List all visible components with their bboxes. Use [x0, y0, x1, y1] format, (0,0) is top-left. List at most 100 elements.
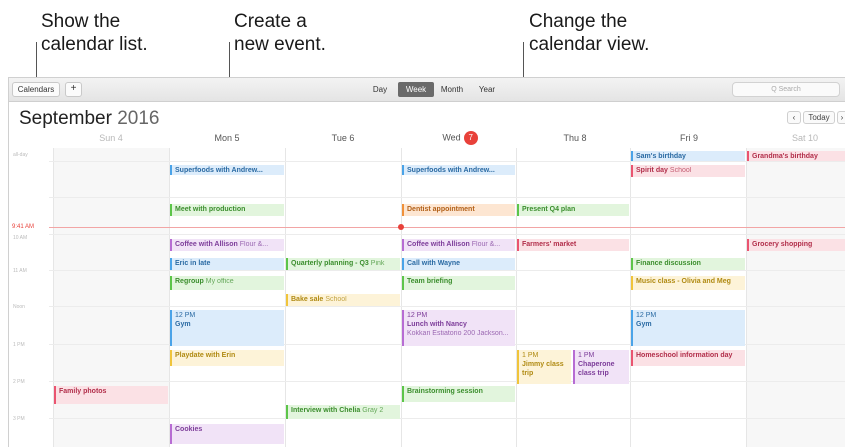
event-music-class[interactable]: Music class - Olivia and Meg [631, 276, 745, 290]
current-time-label: 9:41 AM [12, 224, 35, 230]
event-cookies[interactable]: Cookies [170, 424, 284, 444]
event-finance-discussion[interactable]: Finance discussion [631, 258, 745, 270]
event-coffee-allison-wed[interactable]: Coffee with Allison Flour &... [402, 239, 515, 251]
event-gym-mon[interactable]: 12 PM Gym [170, 310, 284, 346]
prev-week-button[interactable]: ‹ [787, 111, 801, 124]
event-title: Homeschool information day [636, 352, 733, 359]
event-regroup[interactable]: Regroup My office [170, 276, 284, 290]
event-title: Call with Wayne [407, 260, 461, 267]
event-gym-fri[interactable]: 12 PM Gym [631, 310, 745, 346]
event-spirit-day[interactable]: Spirit day School [631, 165, 745, 177]
event-bake-sale[interactable]: Bake sale School [286, 294, 400, 306]
event-team-briefing[interactable]: Team briefing [402, 276, 515, 290]
day-header-thu: Thu 8 [563, 133, 587, 143]
today-button[interactable]: Today [803, 111, 835, 124]
day-header-mon: Mon 5 [214, 133, 240, 143]
event-sams-birthday[interactable]: Sam's birthday [631, 151, 745, 161]
toolbar: Calendars + Day Week Month Year Q Search [9, 78, 845, 102]
event-eric-in-late[interactable]: Eric in late [170, 258, 284, 270]
next-week-button[interactable]: › [837, 111, 845, 124]
event-title: Spirit day [636, 167, 668, 174]
event-title: Lunch with Nancy [407, 321, 467, 328]
grid-hline [49, 381, 845, 382]
current-time-dot [398, 224, 404, 230]
event-title: Sam's birthday [636, 153, 686, 160]
event-family-photos[interactable]: Family photos [54, 386, 168, 404]
grid-hline [49, 306, 845, 307]
month-name: September [19, 108, 112, 129]
callout-calendar-view: Change the calendar view. [529, 11, 650, 55]
day-header-wed-label: Wed [442, 132, 461, 143]
grid-hline [49, 270, 845, 271]
event-superfoods-wed[interactable]: Superfoods with Andrew... [402, 165, 515, 175]
search-field[interactable]: Q Search [732, 82, 840, 97]
event-brainstorming-session[interactable]: Brainstorming session [402, 386, 515, 402]
time-label-noon: Noon [13, 304, 25, 310]
grid-vline [746, 148, 747, 447]
event-title: Music class - Olivia and Meg [636, 278, 731, 285]
event-title: Cookies [175, 426, 203, 433]
today-badge: 7 [463, 131, 478, 145]
view-year-tab[interactable]: Year [472, 82, 502, 97]
callout-new-event: Create a new event. [234, 11, 326, 55]
event-title: Coffee with Allison [175, 241, 238, 248]
calendars-button[interactable]: Calendars [12, 82, 60, 97]
event-title: Gym [636, 321, 652, 328]
event-title: Meet with production [175, 206, 246, 213]
callout-line-calendar-list [36, 42, 37, 81]
event-title: Chaperone class trip [578, 361, 615, 377]
event-grocery-shopping[interactable]: Grocery shopping [747, 239, 845, 251]
event-call-with-wayne[interactable]: Call with Wayne [402, 258, 515, 270]
event-meet-with-production[interactable]: Meet with production [170, 204, 284, 216]
event-time: 12 PM [407, 312, 428, 319]
event-farmers-market[interactable]: Farmers' market [517, 239, 629, 251]
event-time: 12 PM [636, 312, 657, 319]
event-time: 1 PM [578, 352, 595, 359]
event-title: Interview with Chelia [291, 407, 361, 414]
event-time: 12 PM [175, 312, 196, 319]
view-day-tab[interactable]: Day [367, 82, 393, 97]
event-subtitle: Kokkari Estiatorio 200 Jackson... [407, 330, 509, 337]
calendar-window: Calendars + Day Week Month Year Q Search… [8, 77, 845, 447]
event-homeschool-info-day[interactable]: Homeschool information day [631, 350, 745, 366]
day-header-wed: Wed 7 [402, 131, 518, 145]
event-interview-with-chelia[interactable]: Interview with Chelia Gray 2 [286, 405, 400, 419]
day-header-tue: Tue 6 [331, 133, 355, 143]
event-title: Finance discussion [636, 260, 701, 267]
day-header-fri: Fri 9 [680, 133, 698, 143]
event-lunch-with-nancy[interactable]: 12 PM Lunch with Nancy Kokkari Estiatorio … [402, 310, 515, 346]
event-title: Superfoods with Andrew... [407, 167, 495, 174]
event-dentist-appointment[interactable]: Dentist appointment [402, 204, 515, 216]
event-coffee-allison-mon[interactable]: Coffee with Allison Flour &... [170, 239, 284, 251]
view-week-tab[interactable]: Week [398, 82, 434, 97]
event-title: Superfoods with Andrew... [175, 167, 263, 174]
day-header-sat: Sat 10 [791, 133, 819, 143]
event-grandmas-birthday[interactable]: Grandma's birthday [747, 151, 845, 161]
time-label-1: 1 PM [13, 342, 25, 348]
year-label: 2016 [117, 108, 160, 129]
event-subtitle: Gray 2 [362, 407, 384, 414]
weekend-column-sat [746, 148, 845, 447]
event-jimmy-class-trip[interactable]: 1 PM Jimmy class trip [517, 350, 571, 384]
event-quarterly-planning[interactable]: Quarterly planning - Q3 Pink [286, 258, 400, 270]
event-title: Jimmy class trip [522, 361, 564, 377]
event-title: Grandma's birthday [752, 153, 818, 160]
event-chaperone-class-trip[interactable]: 1 PM Chaperone class trip [573, 350, 629, 384]
add-event-button[interactable]: + [65, 82, 82, 97]
event-title: Brainstorming session [407, 388, 483, 395]
event-superfoods-mon[interactable]: Superfoods with Andrew... [170, 165, 284, 175]
grid-hline [49, 234, 845, 235]
current-time-line [49, 227, 845, 228]
event-title: Farmers' market [522, 241, 577, 248]
time-label-2: 2 PM [13, 379, 25, 385]
event-time: 1 PM [522, 352, 539, 359]
event-title: Eric in late [175, 260, 211, 267]
day-header-sun: Sun 4 [99, 133, 123, 143]
event-playdate-with-erin[interactable]: Playdate with Erin [170, 350, 284, 366]
event-title: Present Q4 plan [522, 206, 576, 213]
event-subtitle: Flour &... [471, 241, 501, 248]
event-title: Dentist appointment [407, 206, 475, 213]
event-present-q4-plan[interactable]: Present Q4 plan [517, 204, 629, 216]
week-grid: all-day 10 AM 11 AM Noon 1 PM 2 PM 3 PM … [9, 148, 845, 447]
view-month-tab[interactable]: Month [436, 82, 468, 97]
